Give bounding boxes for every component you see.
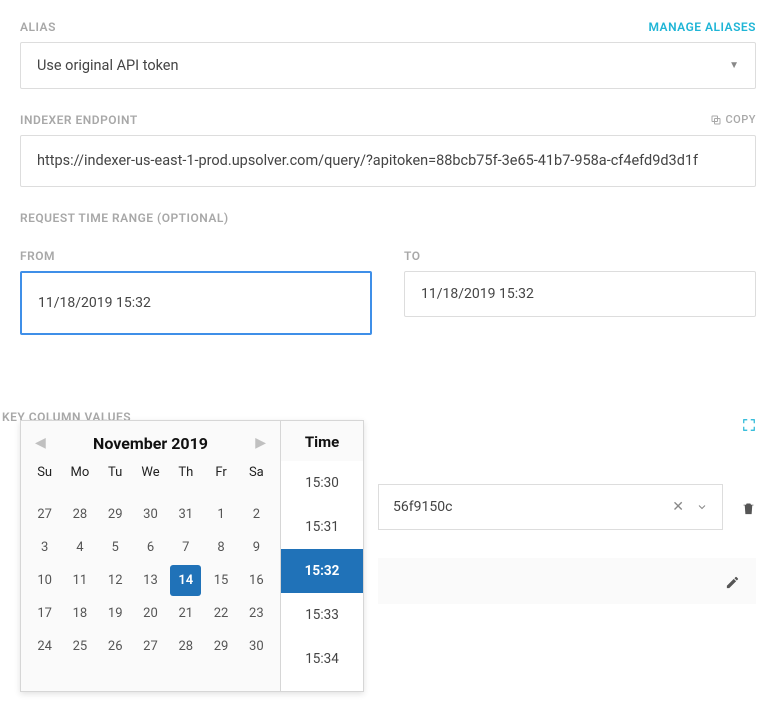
calendar-day[interactable]: 28 [64,499,95,530]
calendar-day[interactable]: 30 [135,499,166,530]
alias-label: ALIAS [20,20,756,34]
calendar-day[interactable]: 29 [100,499,131,530]
to-date-input[interactable]: 11/18/2019 15:32 [404,271,756,317]
calendar-day[interactable]: 1 [205,499,236,530]
calendar-day[interactable]: 2 [241,499,272,530]
prev-month-button[interactable]: ◀ [29,431,52,455]
calendar-day[interactable]: 20 [135,598,166,629]
copy-label: COPY [726,113,757,126]
edit-row [378,558,756,604]
calendar-day[interactable]: 16 [241,565,272,596]
calendar-day[interactable]: 21 [170,598,201,629]
calendar-day[interactable]: 6 [135,532,166,563]
calendar-day[interactable]: 30 [241,631,272,662]
calendar-day[interactable]: 10 [29,565,60,596]
calendar-day[interactable]: 22 [205,598,236,629]
expand-icon[interactable] [742,417,756,431]
calendar-day[interactable]: 15 [205,565,236,596]
time-option[interactable]: 15:31 [281,505,363,549]
calendar-day[interactable]: 24 [29,631,60,662]
calendar-dow: Sa [239,461,274,488]
time-option[interactable]: 15:34 [281,637,363,681]
next-month-button[interactable]: ▶ [249,431,272,455]
calendar-day[interactable]: 13 [135,565,166,596]
calendar-day[interactable]: 12 [100,565,131,596]
time-option[interactable]: 15:32 [281,549,363,593]
calendar-dow: Mo [62,461,97,488]
calendar-day[interactable]: 18 [64,598,95,629]
alias-value: Use original API token [37,57,179,74]
calendar-day[interactable]: 28 [170,631,201,662]
calendar-day[interactable]: 19 [100,598,131,629]
copy-icon [710,114,722,126]
calendar-day[interactable]: 9 [241,532,272,563]
calendar-day[interactable]: 31 [170,499,201,530]
indexer-endpoint-value: https://indexer-us-east-1-prod.upsolver.… [20,135,756,187]
edit-button[interactable] [725,572,740,590]
alias-select[interactable]: Use original API token ▼ [20,42,756,89]
time-header: Time [281,421,363,461]
request-time-range-label: REQUEST TIME RANGE (OPTIONAL) [20,211,756,225]
calendar-day[interactable]: 27 [135,631,166,662]
calendar-day[interactable]: 25 [64,631,95,662]
indexer-endpoint-label: INDEXER ENDPOINT [20,113,756,127]
calendar-dow: Fr [203,461,238,488]
calendar-dow: Th [168,461,203,488]
calendar-day[interactable]: 26 [100,631,131,662]
calendar-month-title: November 2019 [93,434,208,453]
time-option[interactable]: 15:33 [281,593,363,637]
calendar-day[interactable]: 7 [170,532,201,563]
time-option[interactable]: 15:30 [281,461,363,505]
calendar-day[interactable]: 23 [241,598,272,629]
calendar-day[interactable]: 5 [100,532,131,563]
calendar-dow: We [133,461,168,488]
calendar-dow: Su [27,461,62,488]
calendar: ◀ November 2019 ▶ SuMoTuWeThFrSa 2728293… [21,421,281,691]
delete-row-button[interactable] [741,498,756,516]
calendar-day[interactable]: 4 [64,532,95,563]
calendar-day[interactable]: 29 [205,631,236,662]
key-value-text: 56f9150c [393,499,452,515]
time-panel: Time 15:3015:3115:3215:3315:34 [281,421,363,691]
chevron-down-icon: ▼ [729,60,739,71]
from-label: FROM [20,249,372,263]
clear-value-button[interactable]: ✕ [672,499,684,515]
key-value-input[interactable]: 56f9150c ✕ [378,484,723,530]
manage-aliases-link[interactable]: MANAGE ALIASES [648,20,756,34]
calendar-day[interactable]: 14 [170,565,201,596]
calendar-day[interactable]: 11 [64,565,95,596]
calendar-dow: Tu [98,461,133,488]
calendar-day[interactable]: 27 [29,499,60,530]
date-time-picker: ◀ November 2019 ▶ SuMoTuWeThFrSa 2728293… [20,420,364,692]
value-dropdown-button[interactable] [696,499,708,515]
copy-button[interactable]: COPY [710,113,757,126]
calendar-day[interactable]: 3 [29,532,60,563]
from-date-input[interactable]: 11/18/2019 15:32 [20,271,372,335]
calendar-day[interactable]: 17 [29,598,60,629]
to-label: TO [404,249,756,263]
calendar-day[interactable]: 8 [205,532,236,563]
